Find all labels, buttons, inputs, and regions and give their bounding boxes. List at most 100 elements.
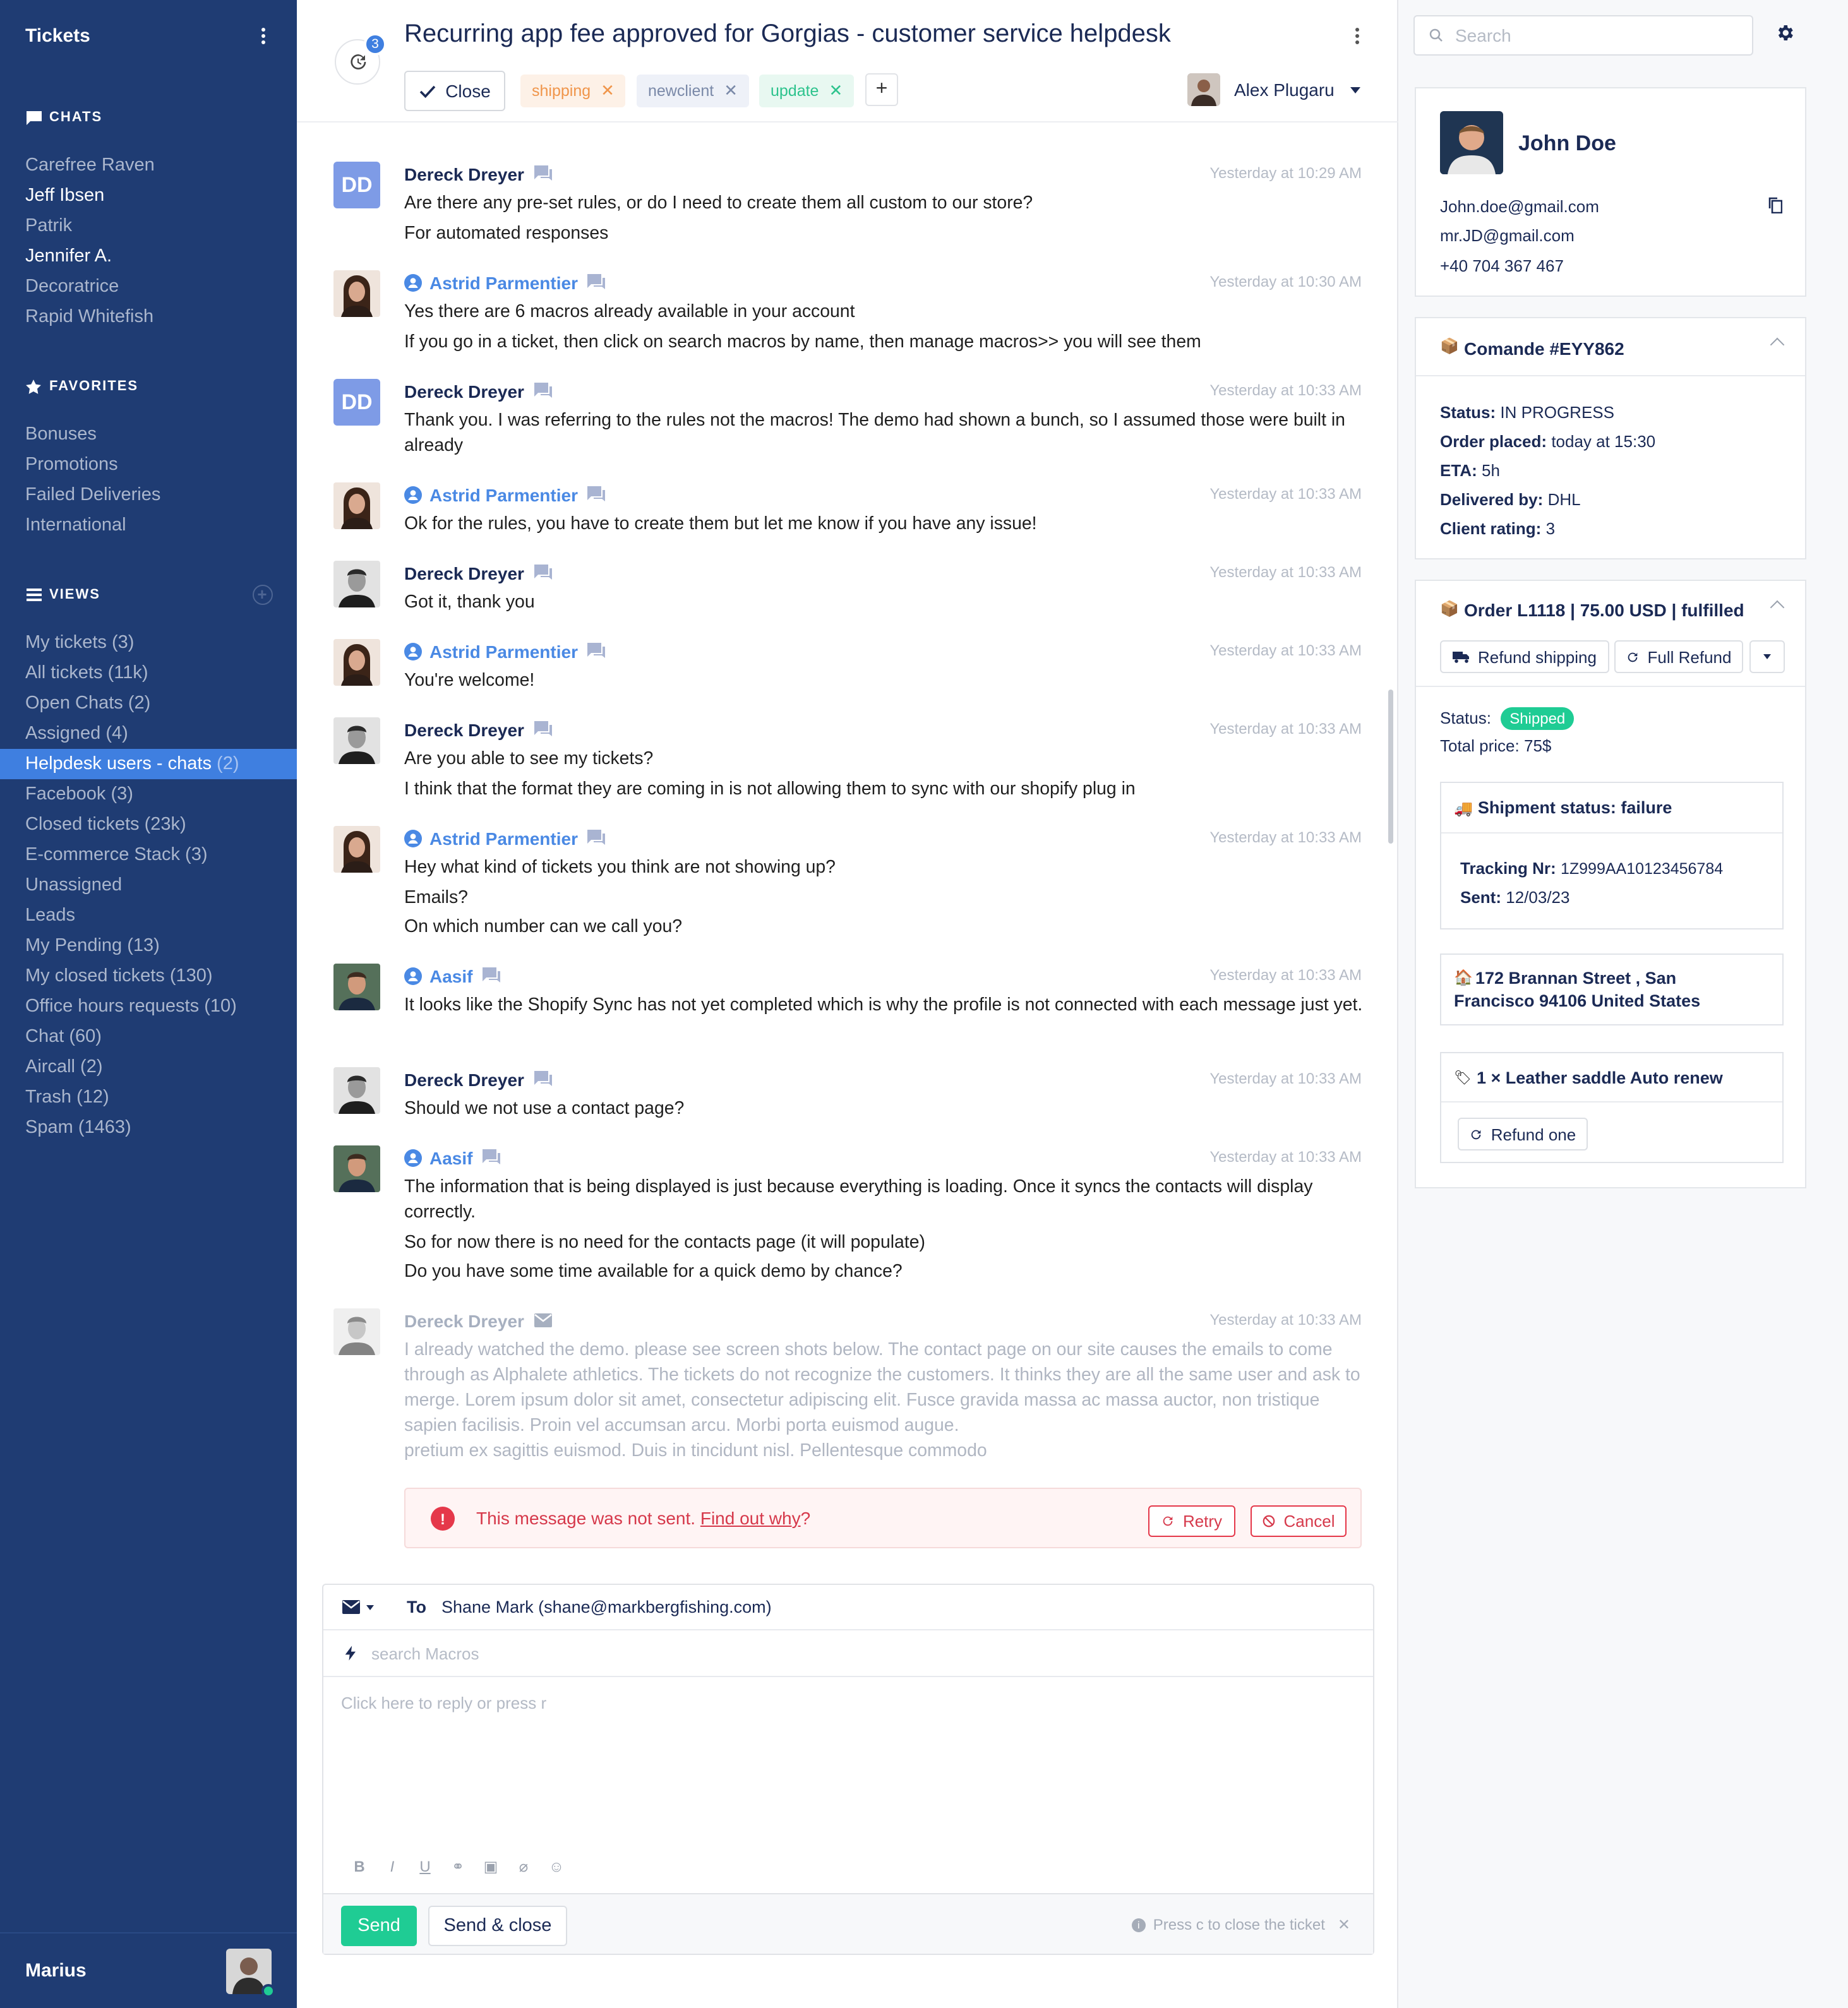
- channel-selector[interactable]: [342, 1600, 374, 1614]
- reply-textarea[interactable]: Click here to reply or press r: [341, 1694, 546, 1712]
- tracking-number[interactable]: 1Z999AA10123456784: [1561, 860, 1723, 878]
- remove-tag-icon[interactable]: ✕: [829, 81, 843, 101]
- sidebar-fav-promotions[interactable]: Promotions: [0, 450, 297, 480]
- sidebar-view-item[interactable]: All tickets (11k): [0, 658, 297, 688]
- sidebar-view-item[interactable]: Helpdesk users - chats (2): [0, 749, 297, 779]
- sidebar-view-item[interactable]: My closed tickets (130): [0, 961, 297, 991]
- link-icon[interactable]: ⚭: [450, 1858, 466, 1875]
- send-button[interactable]: Send: [341, 1906, 417, 1946]
- sidebar-view-item[interactable]: Leads: [0, 900, 297, 931]
- refund-options-dropdown[interactable]: [1749, 640, 1785, 673]
- sidebar-fav-failed-deliveries[interactable]: Failed Deliveries: [0, 480, 297, 510]
- sidebar-fav-international[interactable]: International: [0, 510, 297, 541]
- customer-email-primary[interactable]: John.doe@gmail.com: [1440, 197, 1599, 216]
- sidebar-view-item[interactable]: Unassigned: [0, 870, 297, 900]
- sidebar-view-item[interactable]: Open Chats (2): [0, 688, 297, 719]
- order-title[interactable]: Order L1118 | 75.00 USD | fulfilled: [1464, 600, 1744, 620]
- author-name[interactable]: Aasif: [429, 966, 472, 986]
- refund-shipping-button[interactable]: Refund shipping: [1440, 640, 1609, 673]
- sidebar-chat-patrik[interactable]: Patrik: [0, 211, 297, 241]
- sidebar-view-item[interactable]: Closed tickets (23k): [0, 810, 297, 840]
- tag-newclient[interactable]: newclient ✕: [637, 75, 750, 107]
- sidebar-chat-decoratrice[interactable]: Decoratrice: [0, 272, 297, 302]
- author-name[interactable]: Astrid Parmentier: [429, 485, 578, 505]
- find-out-why-link[interactable]: Find out why: [700, 1508, 801, 1528]
- sidebar-view-item[interactable]: My Pending (13): [0, 931, 297, 961]
- sidebar-chat-rapid-whitefish[interactable]: Rapid Whitefish: [0, 302, 297, 332]
- sidebar-view-item[interactable]: Chat (60): [0, 1022, 297, 1052]
- image-icon[interactable]: ▣: [483, 1858, 499, 1875]
- author-name[interactable]: Dereck Dreyer: [404, 1070, 524, 1090]
- dismiss-hint-icon[interactable]: ✕: [1338, 1916, 1350, 1933]
- field-label: Order placed:: [1440, 432, 1547, 451]
- comande-header[interactable]: 📦 Comande #EYY862: [1416, 318, 1805, 376]
- macro-search-input[interactable]: search Macros: [371, 1644, 479, 1663]
- sidebar-view-item[interactable]: E-commerce Stack (3): [0, 840, 297, 870]
- message-line: Ok for the rules, you have to create the…: [404, 514, 1037, 534]
- send-and-close-button[interactable]: Send & close: [428, 1906, 567, 1946]
- add-view-icon[interactable]: +: [253, 585, 273, 605]
- author-name[interactable]: Dereck Dreyer: [404, 563, 524, 583]
- sidebar-view-item[interactable]: Office hours requests (10): [0, 991, 297, 1022]
- author-name[interactable]: Dereck Dreyer: [404, 720, 524, 740]
- close-ticket-button[interactable]: Close: [404, 71, 505, 111]
- view-label: Chat: [25, 1027, 64, 1047]
- sidebar-chat-carefree-raven[interactable]: Carefree Raven: [0, 150, 297, 181]
- field-label: ETA:: [1440, 461, 1477, 480]
- sidebar-view-item[interactable]: Assigned (4): [0, 719, 297, 749]
- message-line: For automated responses: [404, 223, 609, 244]
- tag-shipping[interactable]: shipping ✕: [520, 75, 626, 107]
- customer-email-secondary[interactable]: mr.JD@gmail.com: [1440, 226, 1575, 245]
- author-name[interactable]: Dereck Dreyer: [404, 1311, 524, 1331]
- sidebar-view-item[interactable]: Trash (12): [0, 1082, 297, 1113]
- copy-icon[interactable]: [1768, 197, 1783, 220]
- sidebar-view-item[interactable]: Facebook (3): [0, 779, 297, 810]
- chevron-up-icon[interactable]: [1770, 600, 1785, 615]
- bold-icon[interactable]: B: [351, 1858, 368, 1875]
- message-line: Got it, thank you: [404, 592, 535, 613]
- ticket-subject[interactable]: Recurring app fee approved for Gorgias -…: [404, 20, 1171, 49]
- assignee-dropdown[interactable]: Alex Plugaru: [1187, 73, 1361, 106]
- ticket-history-button[interactable]: 3: [335, 33, 387, 85]
- italic-icon[interactable]: I: [384, 1858, 400, 1875]
- sidebar-menu-icon[interactable]: [256, 28, 269, 44]
- author-name[interactable]: Dereck Dreyer: [404, 381, 524, 402]
- remove-tag-icon[interactable]: ✕: [724, 81, 738, 101]
- recipient-value[interactable]: Shane Mark (shane@markbergfishing.com): [441, 1598, 772, 1617]
- chevron-down-icon: [366, 1605, 374, 1610]
- customer-search-input[interactable]: Search: [1413, 15, 1753, 56]
- ticket-menu-icon[interactable]: [1350, 28, 1363, 44]
- sidebar-view-item[interactable]: My tickets (3): [0, 628, 297, 658]
- sidebar-view-item[interactable]: Aircall (2): [0, 1052, 297, 1082]
- message-timestamp: Yesterday at 10:30 AM: [1209, 273, 1362, 290]
- sidebar-chat-jeff-ibsen[interactable]: Jeff Ibsen: [0, 181, 297, 211]
- chevron-down-icon: [1350, 87, 1361, 93]
- lightning-icon: [345, 1646, 356, 1661]
- message-scrollbar[interactable]: [1388, 690, 1393, 844]
- current-user-avatar[interactable]: [226, 1948, 275, 1997]
- view-label: Unassigned: [25, 875, 123, 895]
- full-refund-button[interactable]: Full Refund: [1614, 640, 1743, 673]
- underline-icon[interactable]: U: [417, 1858, 433, 1875]
- sidebar-view-item[interactable]: Spam (1463): [0, 1113, 297, 1143]
- retry-button[interactable]: Retry: [1148, 1505, 1235, 1537]
- tag-update[interactable]: update ✕: [759, 75, 855, 107]
- refund-one-button[interactable]: Refund one: [1458, 1118, 1588, 1150]
- sidebar-chat-jennifer[interactable]: Jennifer A.: [0, 241, 297, 272]
- chevron-up-icon[interactable]: [1770, 337, 1785, 352]
- tag-label: shipping: [532, 82, 591, 100]
- author-name[interactable]: Astrid Parmentier: [429, 828, 578, 849]
- author-name[interactable]: Astrid Parmentier: [429, 642, 578, 662]
- shipping-address[interactable]: 172 Brannan Street , San Francisco 94106…: [1454, 967, 1719, 1013]
- sidebar-fav-bonuses[interactable]: Bonuses: [0, 419, 297, 450]
- author-name[interactable]: Astrid Parmentier: [429, 273, 578, 293]
- cancel-send-button[interactable]: Cancel: [1251, 1505, 1347, 1537]
- add-tag-button[interactable]: +: [865, 73, 898, 106]
- attachment-icon[interactable]: ⌀: [515, 1858, 532, 1875]
- remove-tag-icon[interactable]: ✕: [601, 81, 615, 101]
- emoji-icon[interactable]: ☺: [548, 1858, 565, 1875]
- customer-phone[interactable]: +40 704 367 467: [1440, 256, 1564, 275]
- author-name[interactable]: Dereck Dreyer: [404, 164, 524, 184]
- settings-gear-icon[interactable]: [1775, 23, 1795, 49]
- author-name[interactable]: Aasif: [429, 1148, 472, 1168]
